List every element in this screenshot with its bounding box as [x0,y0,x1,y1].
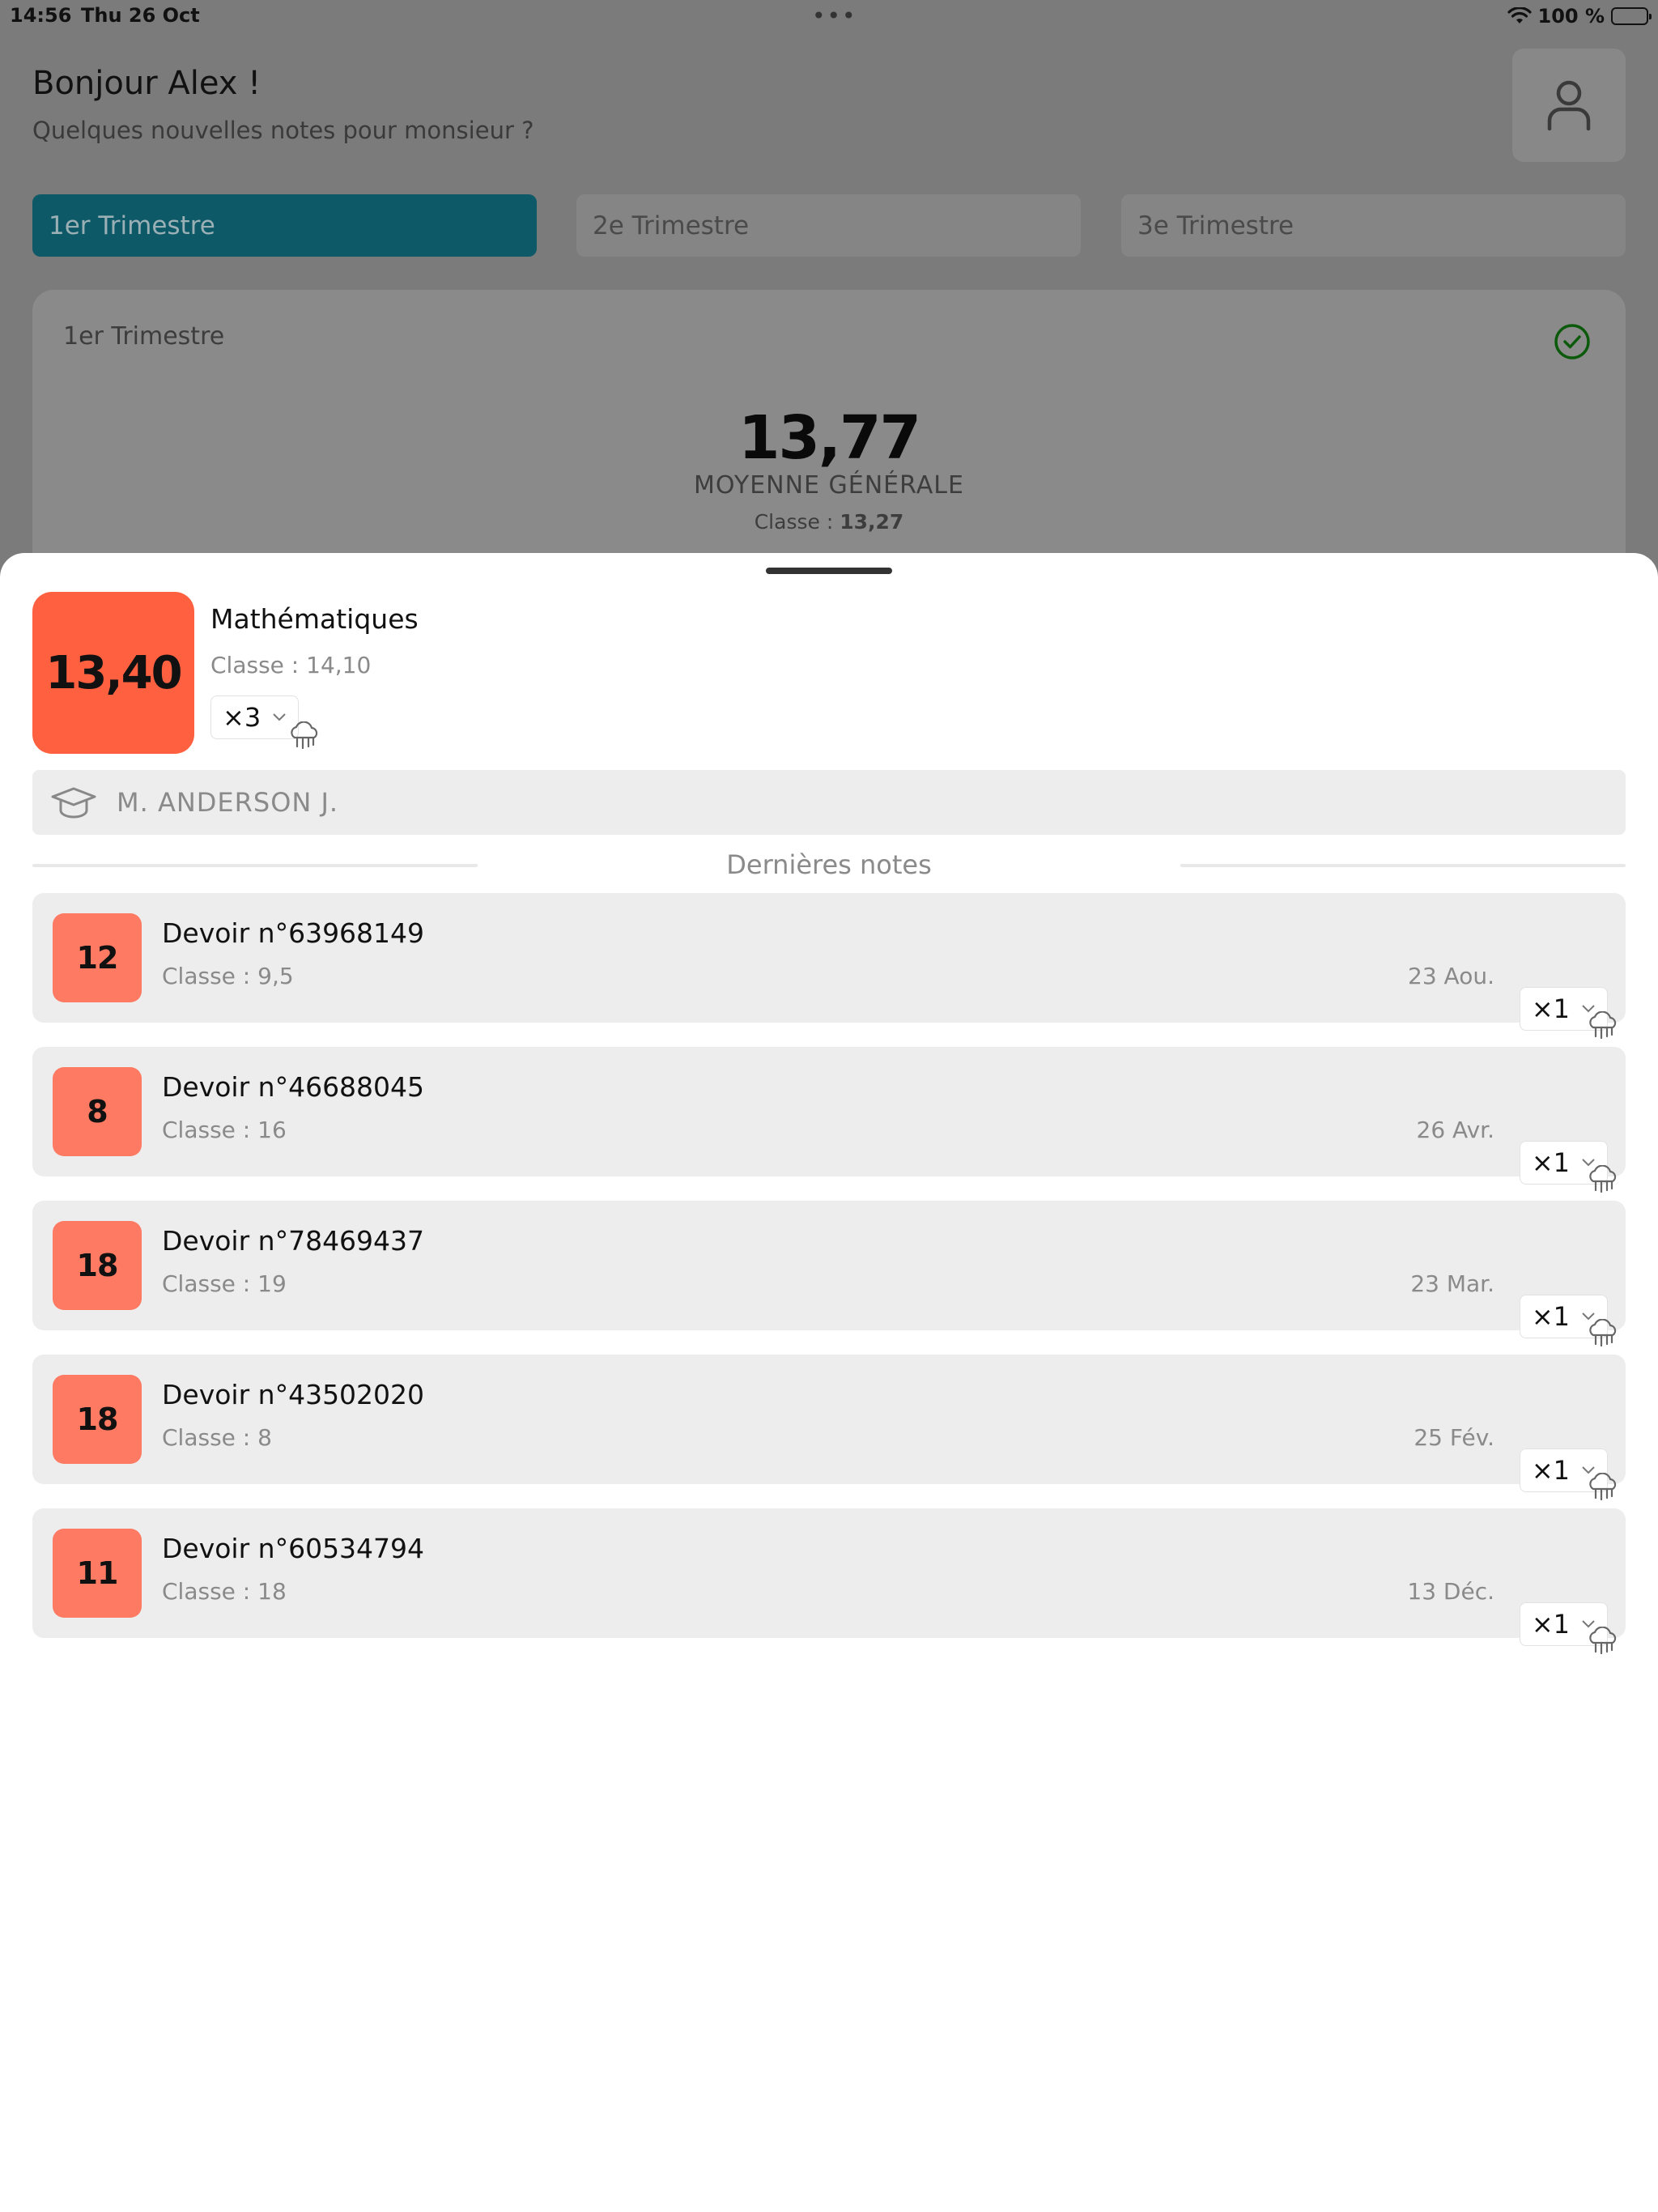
grade-value-badge: 18 [53,1221,142,1310]
coefficient-value: ×1 [1531,1147,1570,1178]
subject-name: Mathématiques [210,603,419,635]
coefficient-value: ×3 [223,702,261,733]
class-average-value: 13,27 [840,510,904,534]
wifi-icon [1507,7,1532,25]
grade-title: Devoir n°78469437 [162,1225,425,1257]
coefficient-value: ×1 [1531,1609,1570,1640]
tab-3e-trimestre[interactable]: 3e Trimestre [1121,194,1626,257]
battery-percentage: 100 % [1537,5,1605,28]
teacher-name: M. ANDERSON J. [117,787,339,818]
grade-card[interactable]: 11 Devoir n°60534794 Classe : 18 13 Déc.… [32,1508,1626,1655]
grade-date: 23 Mar. [1410,1270,1494,1297]
teacher-bar: M. ANDERSON J. [32,770,1626,835]
grade-title: Devoir n°60534794 [162,1533,425,1564]
profile-button[interactable] [1512,49,1626,162]
grade-card[interactable]: 18 Devoir n°43502020 Classe : 8 25 Fév. … [32,1355,1626,1501]
greeting-title: Bonjour Alex ! [32,65,261,102]
check-circle-icon [1554,324,1590,359]
grade-title: Devoir n°46688045 [162,1071,425,1103]
grade-card[interactable]: 12 Devoir n°63968149 Classe : 9,5 23 Aou… [32,893,1626,1040]
cloud-rain-icon [291,721,318,750]
subject-class-average: Classe : 14,10 [210,652,372,678]
status-indicators: 100 % [1507,3,1652,29]
multitasking-dots-icon[interactable]: ••• [812,5,857,28]
grade-value-badge: 12 [53,913,142,1002]
sheet-grabber[interactable] [766,568,892,574]
background-screen: 14:56 Thu 26 Oct ••• 100 % Bonjour Alex … [0,0,1658,583]
grade-class-average: Classe : 18 [162,1578,287,1605]
greeting-subtitle: Quelques nouvelles notes pour monsieur ? [32,117,534,144]
graduation-cap-icon [51,787,96,819]
grade-value-badge: 18 [53,1375,142,1464]
grade-class-average: Classe : 8 [162,1424,272,1451]
grade-date: 25 Fév. [1414,1424,1494,1451]
grade-value-badge: 11 [53,1529,142,1618]
status-date: Thu 26 Oct [81,4,200,27]
divider [1180,864,1626,867]
grade-class-average: Classe : 19 [162,1270,287,1297]
grade-date: 26 Avr. [1416,1117,1494,1143]
cloud-rain-icon [1589,1627,1617,1655]
chevron-down-icon [272,709,287,726]
grade-date: 23 Aou. [1408,963,1494,989]
cloud-rain-icon [1589,1011,1617,1040]
subject-coefficient-select[interactable]: ×3 [210,696,300,739]
status-bar: 14:56 Thu 26 Oct ••• 100 % [0,0,1658,32]
coefficient-value: ×1 [1531,993,1570,1024]
subject-average-badge: 13,40 [32,592,194,754]
latest-grades-header: Dernières notes [32,844,1626,885]
grade-card[interactable]: 18 Devoir n°78469437 Classe : 19 23 Mar.… [32,1201,1626,1347]
general-average-value: 13,77 [738,403,921,473]
cloud-rain-icon [1589,1319,1617,1347]
user-icon [1547,80,1591,131]
grade-card[interactable]: 8 Devoir n°46688045 Classe : 16 26 Avr. … [32,1047,1626,1193]
general-average-label: MOYENNE GÉNÉRALE [694,471,964,500]
class-average-label: Classe : [754,510,834,534]
tab-2e-trimestre[interactable]: 2e Trimestre [576,194,1081,257]
grade-value-badge: 8 [53,1067,142,1156]
average-card-title: 1er Trimestre [63,322,225,351]
status-time: 14:56 [10,4,72,27]
subject-detail-sheet: 13,40 Mathématiques Classe : 14,10 ×3 M.… [0,553,1658,2212]
tab-1er-trimestre[interactable]: 1er Trimestre [32,194,537,257]
grade-title: Devoir n°63968149 [162,917,425,949]
coefficient-value: ×1 [1531,1455,1570,1486]
coefficient-value: ×1 [1531,1301,1570,1332]
grade-date: 13 Déc. [1407,1578,1494,1605]
class-average: Classe : 13,27 [32,510,1626,534]
battery-icon [1611,7,1652,25]
grade-class-average: Classe : 9,5 [162,963,294,989]
general-average-card[interactable]: 1er Trimestre 13,77 MOYENNE GÉNÉRALE Cla… [32,290,1626,583]
cloud-rain-icon [1589,1165,1617,1193]
grade-title: Devoir n°43502020 [162,1379,425,1410]
grade-class-average: Classe : 16 [162,1117,287,1143]
cloud-rain-icon [1589,1473,1617,1501]
